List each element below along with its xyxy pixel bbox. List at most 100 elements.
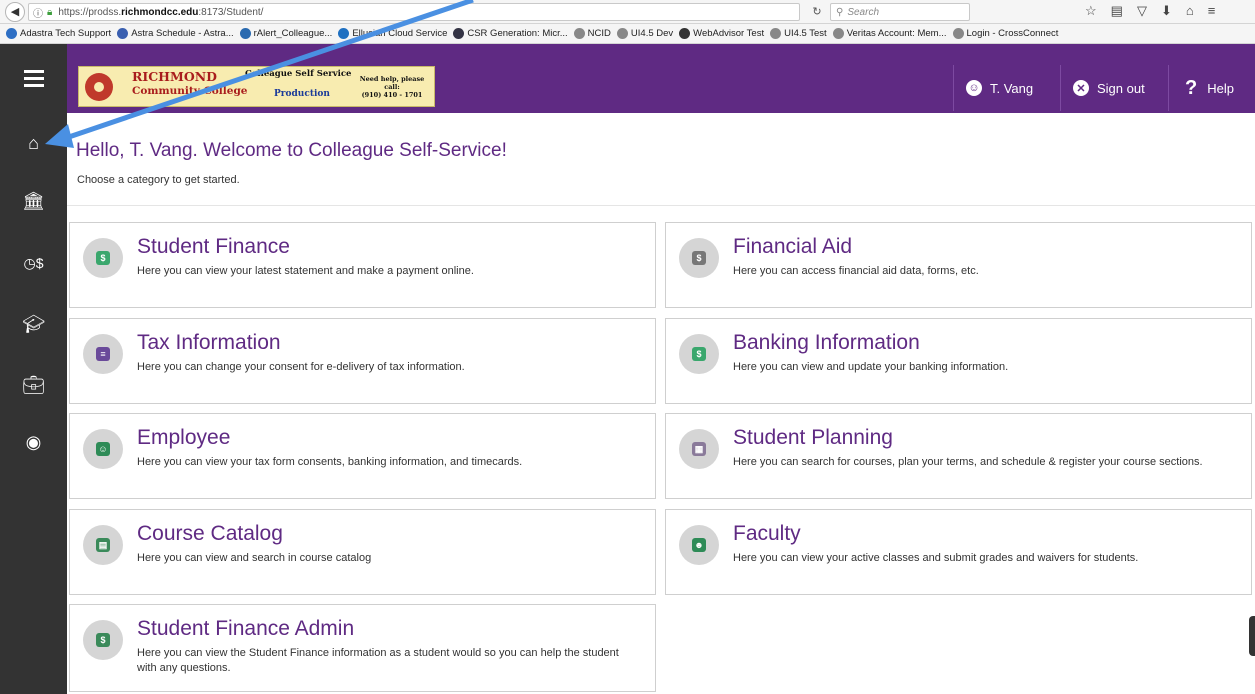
download-icon[interactable]: ⬇ (1161, 3, 1172, 19)
logo-help-line1: Need help, please call: (359, 75, 425, 91)
bookmark-label: UI4.5 Test (784, 28, 827, 39)
bookmark-star-icon[interactable]: ☆ (1085, 3, 1097, 19)
address-bar[interactable]: ⓘ 🔒︎ https://prodss. richmondcc.edu:8173/… (28, 3, 800, 21)
financial-aid-icon-glyph: $ (692, 251, 706, 265)
card-description: Here you can view your tax form consents… (137, 456, 523, 468)
sidebar-briefcase-icon[interactable]: 💼︎ (0, 365, 67, 405)
bookmark-item[interactable]: Ellucian Cloud Service (338, 28, 447, 39)
sidebar-user-circle-icon[interactable]: ◉ (0, 422, 67, 462)
bookmark-item[interactable]: UI4.5 Dev (616, 28, 673, 39)
bookmark-item[interactable]: NCID (573, 28, 611, 39)
employee-icon: ☺ (83, 429, 123, 469)
category-card[interactable]: $ Financial Aid Here you can access financ… (665, 222, 1252, 308)
faculty-icon-glyph: ☻ (692, 538, 706, 552)
bookmark-item[interactable]: UI4.5 Test (770, 28, 827, 39)
bookmark-label: Astra Schedule - Astra... (131, 28, 234, 39)
logo-self-service: Colleague Self Service (245, 69, 352, 79)
card-description: Here you can change your consent for e-d… (137, 361, 465, 373)
college-seal-icon (85, 72, 113, 101)
card-title[interactable]: Student Finance (137, 235, 290, 259)
card-title[interactable]: Faculty (733, 522, 801, 546)
category-card[interactable]: ▦ Student Planning Here you can search for… (665, 413, 1252, 499)
bookmark-favicon-icon (770, 28, 782, 39)
bookmark-label: Login - CrossConnect (966, 28, 1059, 39)
search-placeholder: Search (847, 6, 880, 18)
bookmark-label: rAlert_Colleague... (253, 28, 333, 39)
card-title[interactable]: Employee (137, 426, 230, 450)
side-panel-tab[interactable] (1249, 616, 1255, 656)
dollar-icon: $ (83, 238, 123, 278)
back-button[interactable]: ◀ (5, 1, 25, 22)
category-card[interactable]: ≡ Tax Information Here you can change your… (69, 318, 656, 404)
bookmark-label: NCID (587, 28, 611, 39)
help-button[interactable]: ? Help (1168, 65, 1255, 111)
college-logo[interactable]: RICHMOND Community College Colleague Sel… (78, 66, 435, 107)
category-card[interactable]: $ Student Finance Admin Here you can view … (69, 604, 656, 692)
bookmark-label: WebAdvisor Test (693, 28, 765, 39)
category-card[interactable]: ☺ Employee Here you can view your tax form… (69, 413, 656, 499)
home-icon[interactable]: ⌂ (1186, 3, 1194, 19)
bookmark-item[interactable]: CSR Generation: Micr... (453, 28, 568, 39)
calendar-icon: ▦ (679, 429, 719, 469)
page-greeting: Hello, T. Vang. Welcome to Colleague Sel… (76, 140, 507, 161)
help-label: Help (1207, 80, 1234, 96)
browser-toolbar-icons: ☆ ▤ ▽ ⬇ ⌂ ≡ (1085, 3, 1215, 19)
bookmark-item[interactable]: Adastra Tech Support (6, 28, 111, 39)
logo-subtitle: Community College (132, 85, 248, 97)
browser-search-input[interactable]: ⚲ Search (830, 3, 970, 21)
browser-toolbar: ◀ ⓘ 🔒︎ https://prodss. richmondcc.edu:817… (0, 0, 1255, 24)
employee-icon-glyph: ☺ (96, 442, 110, 456)
bookmark-favicon-icon (453, 28, 465, 39)
hamburger-menu-icon[interactable] (0, 44, 67, 113)
bookmark-favicon-icon (832, 28, 844, 39)
bookmark-item[interactable]: WebAdvisor Test (679, 28, 764, 39)
bookmark-favicon-icon (6, 28, 17, 39)
sidebar-graduation-cap-icon[interactable]: 🎓︎ (0, 304, 67, 344)
user-icon: ☺ (966, 80, 982, 96)
sidebar-bank-icon[interactable]: 🏛︎ (0, 181, 67, 221)
faculty-icon: ☻ (679, 525, 719, 565)
pocket-icon[interactable]: ▽ (1137, 3, 1147, 19)
bookmark-item[interactable]: Astra Schedule - Astra... (117, 28, 234, 39)
search-icon: ⚲ (836, 6, 844, 18)
sign-out-icon: ✕ (1073, 80, 1089, 96)
bookmark-item[interactable]: Login - CrossConnect (952, 28, 1059, 39)
category-card[interactable]: ▤ Course Catalog Here you can view and sea… (69, 509, 656, 595)
sidebar-nav: ⌂ 🏛︎ ◷$ 🎓︎ 💼︎ ◉ (0, 113, 67, 694)
card-title[interactable]: Student Planning (733, 426, 893, 450)
bookmark-favicon-icon (616, 28, 628, 39)
bookmark-label: Adastra Tech Support (20, 28, 112, 39)
card-title[interactable]: Financial Aid (733, 235, 852, 259)
menu-icon[interactable]: ≡ (1208, 3, 1216, 19)
sidebar-finance-clock-icon[interactable]: ◷$ (0, 243, 67, 283)
card-title[interactable]: Student Finance Admin (137, 617, 354, 641)
card-title[interactable]: Tax Information (137, 331, 281, 355)
user-menu-button[interactable]: ☺ T. Vang (953, 65, 1050, 111)
category-card[interactable]: $ Banking Information Here you can view an… (665, 318, 1252, 404)
help-icon: ? (1185, 76, 1198, 99)
card-title[interactable]: Banking Information (733, 331, 920, 355)
page-subtitle: Choose a category to get started. (77, 174, 240, 186)
bookmark-favicon-icon (239, 28, 251, 39)
card-description: Here you can view and update your bankin… (733, 361, 1009, 373)
catalog-book-icon-glyph: ▤ (96, 538, 110, 552)
url-suffix: :8173/Student/ (198, 6, 264, 18)
logo-help-phone: Need help, please call: (910) 410 - 1701 (355, 75, 429, 99)
url-prefix: https://prodss. (58, 6, 122, 18)
bookmark-label: Veritas Account: Mem... (846, 28, 947, 39)
sign-out-button[interactable]: ✕ Sign out (1060, 65, 1160, 111)
category-card[interactable]: ☻ Faculty Here you can view your active cl… (665, 509, 1252, 595)
category-card[interactable]: $ Student Finance Here you can view your l… (69, 222, 656, 308)
info-icon: ⓘ (33, 8, 43, 20)
bookmark-item[interactable]: rAlert_Colleague... (239, 28, 333, 39)
bookmark-list-icon[interactable]: ▤ (1111, 3, 1123, 19)
sidebar-home-icon[interactable]: ⌂ (0, 123, 67, 163)
dollar-icon-glyph: $ (96, 251, 110, 265)
bookmark-item[interactable]: Veritas Account: Mem... (832, 28, 947, 39)
card-description: Here you can view your active classes an… (733, 552, 1139, 564)
bookmark-favicon-icon (952, 28, 964, 39)
card-title[interactable]: Course Catalog (137, 522, 283, 546)
user-label: T. Vang (990, 80, 1034, 96)
reload-icon[interactable]: ↻ (806, 3, 828, 21)
bookmarks-bar: Adastra Tech Support Astra Schedule - Ast… (0, 24, 1255, 44)
